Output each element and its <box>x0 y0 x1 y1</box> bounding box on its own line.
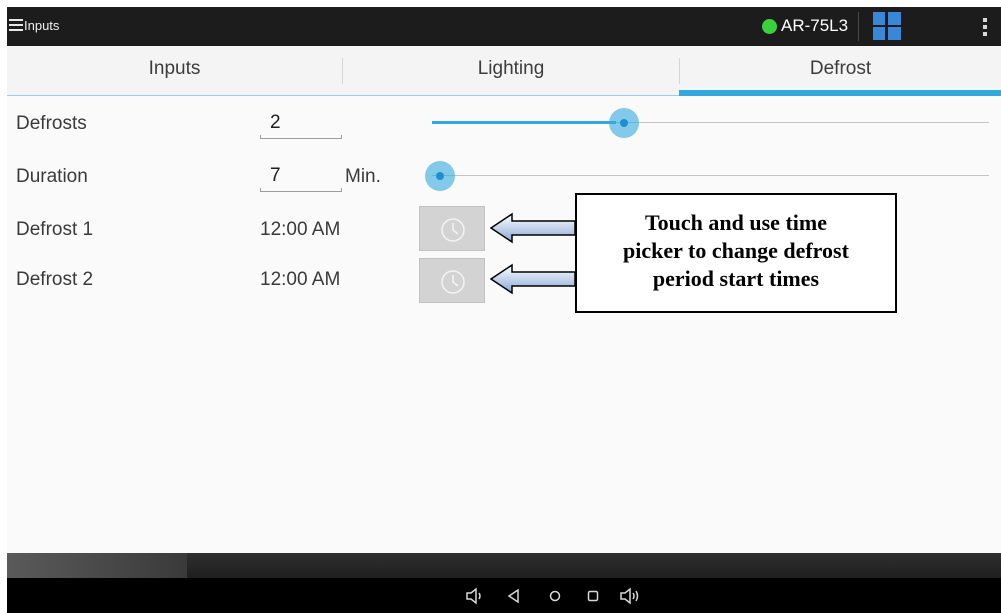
action-bar: Inputs AR-75L3 <box>7 7 1001 46</box>
tab-defrost[interactable]: Defrost <box>680 46 1001 95</box>
back-icon[interactable] <box>504 585 526 607</box>
action-bar-divider <box>858 12 859 41</box>
defrosts-input[interactable]: 2 <box>260 111 342 139</box>
slider-track <box>432 175 989 176</box>
annotation-line: picker to change defrost <box>623 238 849 263</box>
duration-input[interactable]: 7 <box>260 164 342 192</box>
annotation-arrow-icon <box>490 263 576 295</box>
duration-unit: Min. <box>345 166 381 187</box>
wallpaper-band-edge <box>7 553 187 581</box>
home-icon[interactable] <box>544 585 566 607</box>
system-nav-bar <box>7 578 1001 613</box>
device-name[interactable]: AR-75L3 <box>781 16 848 36</box>
defrost-2-time-picker-button[interactable] <box>419 258 485 303</box>
duration-slider[interactable] <box>425 161 989 191</box>
tile-grid-icon[interactable] <box>873 12 901 40</box>
app-title[interactable]: Inputs <box>24 18 59 33</box>
selected-tab-indicator <box>679 90 1001 96</box>
tab-bar: Inputs Lighting Defrost <box>7 46 1001 96</box>
menu-icon[interactable] <box>9 19 23 31</box>
tab-lighting[interactable]: Lighting <box>343 46 679 95</box>
duration-label: Duration <box>16 166 88 187</box>
defrosts-slider[interactable] <box>432 108 989 138</box>
volume-up-icon[interactable] <box>619 585 641 607</box>
defrost-1-time: 12:00 AM <box>260 219 341 240</box>
annotation-callout: Touch and use time picker to change defr… <box>575 193 897 313</box>
defrost-2-label: Defrost 2 <box>16 269 94 290</box>
slider-fill <box>432 121 616 124</box>
volume-down-icon[interactable] <box>464 585 486 607</box>
recents-icon[interactable] <box>582 585 604 607</box>
annotation-arrow-icon <box>490 212 576 244</box>
defrost-1-time-picker-button[interactable] <box>419 206 485 251</box>
connection-status-icon <box>762 19 777 34</box>
defrosts-label: Defrosts <box>16 113 87 134</box>
slider-thumb[interactable] <box>425 161 455 191</box>
annotation-line: period start times <box>652 266 820 291</box>
tab-inputs[interactable]: Inputs <box>7 46 342 95</box>
app-window: Inputs AR-75L3 Inputs Lighting Defrost D… <box>7 7 1001 613</box>
clock-icon <box>441 218 465 242</box>
overflow-menu-icon[interactable] <box>983 18 987 36</box>
defrost-1-label: Defrost 1 <box>16 219 94 240</box>
clock-icon <box>441 270 465 294</box>
annotation-line: Touch and use time <box>645 210 827 235</box>
defrost-2-time: 12:00 AM <box>260 269 341 290</box>
slider-thumb[interactable] <box>609 108 639 138</box>
